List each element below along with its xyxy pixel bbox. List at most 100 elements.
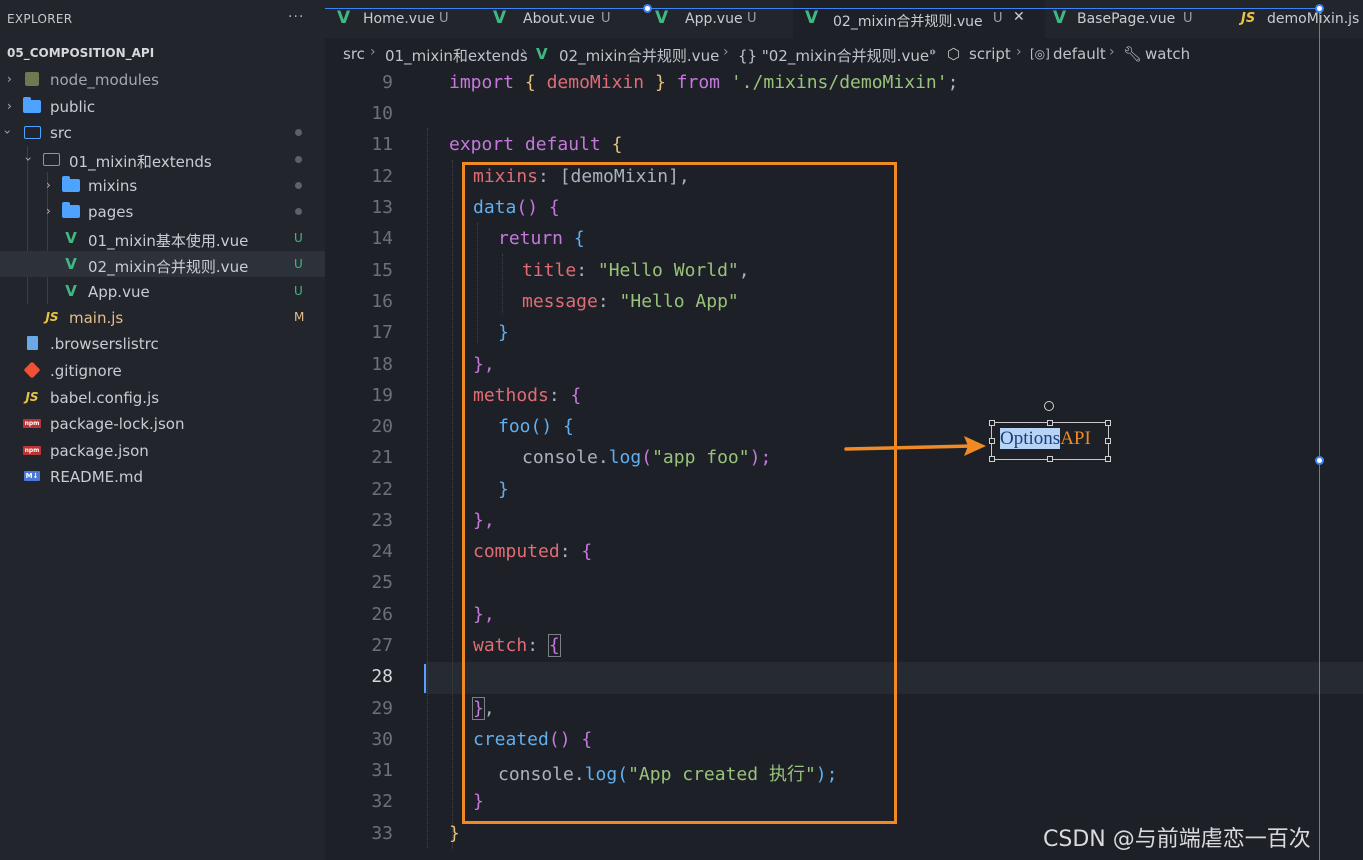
- token: demoMixin: [546, 72, 645, 93]
- canvas-outline: [1319, 8, 1320, 860]
- tree-item-src[interactable]: › src: [0, 119, 325, 145]
- resize-handle[interactable]: [989, 456, 995, 462]
- modified-dot-icon: [295, 156, 302, 163]
- breadcrumb: src › 01_mixin和extends › V 02_mixin合并规则.…: [325, 38, 1363, 68]
- tree-item-node-modules[interactable]: › node_modules: [0, 66, 325, 92]
- vue-file-icon: V: [337, 8, 351, 28]
- tree-item-file[interactable]: .browserslistrc: [0, 330, 325, 356]
- tree-item-label: .gitignore: [50, 362, 122, 380]
- token: {: [611, 134, 623, 155]
- tab-about-vue[interactable]: V About.vue U: [481, 0, 643, 38]
- project-title[interactable]: 05_COMPOSITION_API: [7, 46, 154, 60]
- tab-status: U: [747, 11, 757, 26]
- line-number: 16: [371, 291, 393, 312]
- modified-dot-icon: [295, 129, 302, 136]
- breadcrumb-item[interactable]: {} "02_mixin合并规则.vue": [738, 45, 936, 66]
- close-icon[interactable]: ✕: [1013, 9, 1025, 25]
- canvas-handle[interactable]: [1315, 4, 1324, 13]
- tab-bar: V Home.vue U V About.vue U V App.vue U V…: [325, 0, 1363, 38]
- tree-item-file-selected[interactable]: V 02_mixin合并规则.vue U: [0, 251, 325, 277]
- tree-item-file[interactable]: .gitignore: [0, 357, 325, 383]
- breadcrumb-item[interactable]: watch: [1145, 45, 1190, 63]
- line-number: 23: [371, 510, 393, 531]
- tab-basepage-vue[interactable]: V BasePage.vue U: [1045, 0, 1229, 38]
- chevron-right-icon: ›: [1016, 44, 1022, 60]
- tab-demomixin-js[interactable]: JS demoMixin.js: [1229, 0, 1363, 38]
- untracked-badge: U: [294, 284, 303, 298]
- tree-item-label: README.md: [50, 468, 144, 486]
- javascript-file-icon: JS: [25, 390, 39, 404]
- breadcrumb-item[interactable]: script: [969, 45, 1011, 63]
- resize-handle[interactable]: [1105, 438, 1111, 444]
- canvas-handle[interactable]: [1315, 456, 1324, 465]
- tree-item-label: .browserslistrc: [50, 335, 159, 353]
- line-number: 32: [371, 791, 393, 812]
- untracked-badge: U: [294, 231, 303, 245]
- tree-item-file[interactable]: M↓ README.md: [0, 463, 325, 489]
- resize-handle[interactable]: [1105, 420, 1111, 426]
- line-number: 24: [371, 541, 393, 562]
- tab-02-mixin-active[interactable]: V 02_mixin合并规则.vue U ✕: [793, 0, 1045, 38]
- token: export: [449, 134, 515, 155]
- tree-item-label: 02_mixin合并规则.vue: [88, 258, 249, 276]
- resize-handle[interactable]: [1047, 456, 1053, 462]
- token: import: [449, 72, 515, 93]
- arrow-shaft: [844, 444, 974, 451]
- tab-home-vue[interactable]: V Home.vue U: [325, 0, 481, 38]
- resize-handle[interactable]: [989, 438, 995, 444]
- chevron-right-icon: ›: [46, 204, 51, 218]
- tree-item-file[interactable]: JS babel.config.js: [0, 384, 325, 410]
- tree-item-file[interactable]: V 01_mixin基本使用.vue U: [0, 225, 325, 251]
- modified-dot-icon: [295, 182, 302, 189]
- line-number: 14: [371, 228, 393, 249]
- tree-item-file[interactable]: npm package-lock.json: [0, 410, 325, 436]
- token: {: [524, 72, 536, 93]
- resize-handle[interactable]: [1047, 420, 1053, 426]
- vue-file-icon: V: [65, 282, 77, 300]
- tree-item-label: main.js: [69, 309, 124, 327]
- canvas-handle[interactable]: [643, 4, 652, 13]
- tree-item-public[interactable]: › public: [0, 93, 325, 119]
- tab-app-vue[interactable]: V App.vue U: [643, 0, 793, 38]
- tree-item-label: node_modules: [50, 71, 159, 89]
- line-number: 33: [371, 823, 393, 844]
- breadcrumb-item[interactable]: src: [343, 45, 365, 63]
- resize-handle[interactable]: [1105, 456, 1111, 462]
- breadcrumb-item[interactable]: 01_mixin和extends: [385, 45, 528, 66]
- tree-item-file[interactable]: JS main.js M: [0, 304, 325, 330]
- line-number: 18: [371, 354, 393, 375]
- vue-file-icon: V: [493, 8, 507, 28]
- tree-item-mixins[interactable]: › mixins: [0, 172, 325, 198]
- wrench-icon: 🔧︎: [1123, 45, 1143, 63]
- rotate-handle[interactable]: [1044, 401, 1054, 411]
- breadcrumb-item[interactable]: 02_mixin合并规则.vue: [559, 45, 719, 66]
- tree-item-label: App.vue: [88, 283, 150, 301]
- line-number: 25: [371, 572, 393, 593]
- tree-item-file[interactable]: npm package.json: [0, 437, 325, 463]
- tab-label: Home.vue: [363, 11, 435, 27]
- tree-item-file[interactable]: V App.vue U: [0, 278, 325, 304]
- line-number: 19: [371, 385, 393, 406]
- more-actions-icon[interactable]: ···: [288, 9, 304, 25]
- line-number: 27: [371, 635, 393, 656]
- token: from: [676, 72, 720, 93]
- tree-item-label: package.json: [50, 442, 149, 460]
- chevron-right-icon: ›: [46, 178, 51, 192]
- tree-item-pages[interactable]: › pages: [0, 198, 325, 224]
- annotation-text[interactable]: OptionsAPI: [1000, 428, 1091, 450]
- vue-file-icon: V: [65, 229, 77, 247]
- chevron-right-icon: ›: [370, 44, 376, 60]
- highlight-box: [462, 162, 897, 824]
- text-cursor: [424, 664, 426, 693]
- line-number: 31: [371, 760, 393, 781]
- chevron-down-icon: ›: [0, 129, 15, 135]
- vue-file-icon: V: [65, 255, 77, 273]
- explorer-title: EXPLORER: [7, 12, 73, 26]
- watermark: CSDN @与前端虐恋一百次: [1043, 827, 1311, 852]
- resize-handle[interactable]: [989, 420, 995, 426]
- tab-label: About.vue: [523, 11, 595, 27]
- breadcrumb-item[interactable]: default: [1053, 45, 1106, 63]
- tree-item-01-mixin-extends[interactable]: › 01_mixin和extends: [0, 146, 325, 172]
- tab-status: U: [993, 11, 1003, 26]
- git-icon: [23, 361, 41, 379]
